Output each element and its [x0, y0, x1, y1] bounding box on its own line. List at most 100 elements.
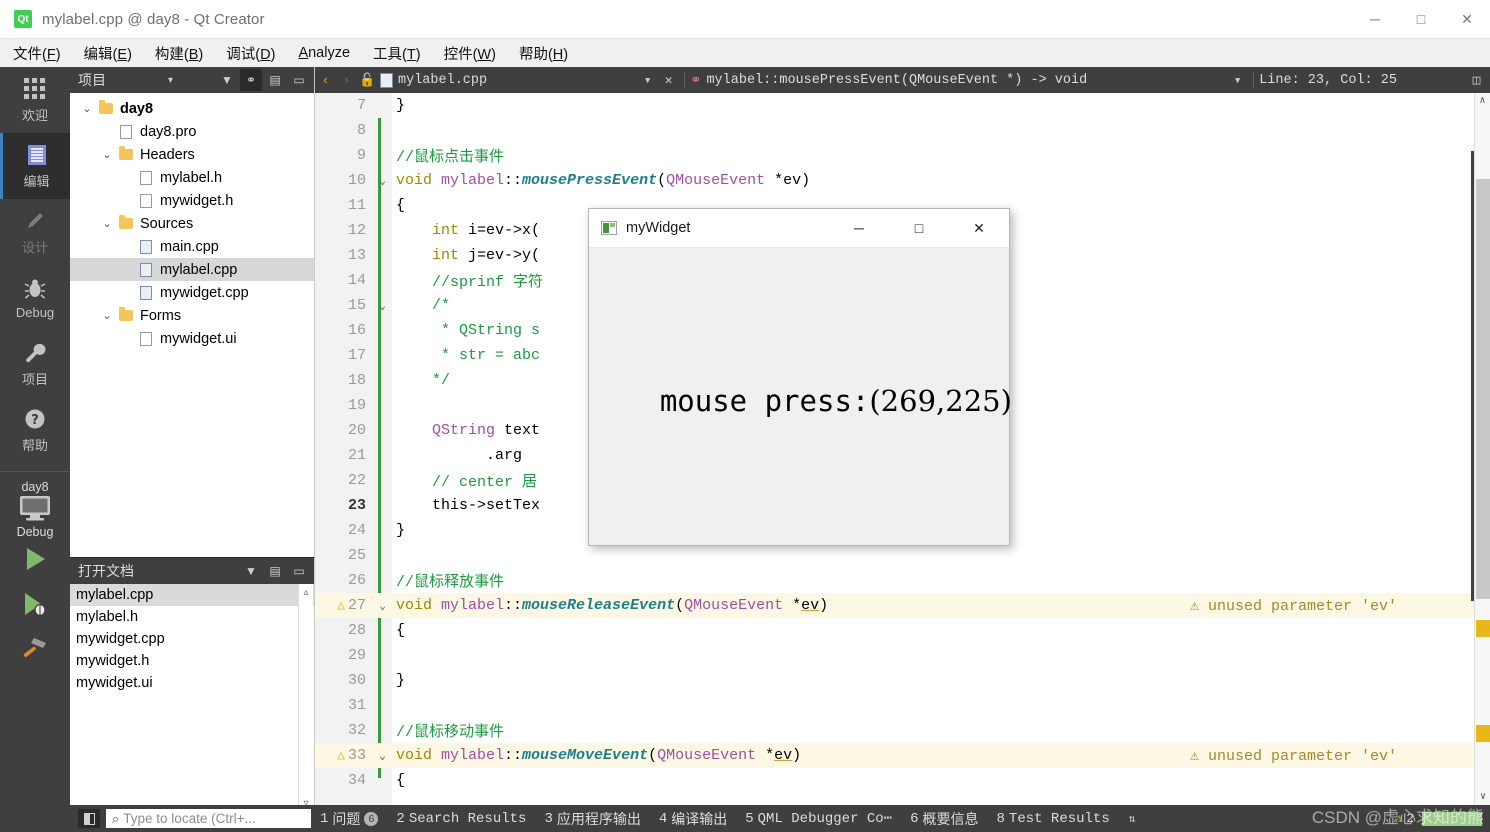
mywidget-dialog[interactable]: myWidget ─ □ ✕ mouse press:(269,225): [588, 208, 1012, 546]
symbol-dropdown-icon[interactable]: ▾: [1227, 68, 1248, 92]
menu-item-3[interactable]: 构建(B): [145, 40, 213, 67]
menu-item-2[interactable]: 编辑(E): [74, 40, 142, 67]
tree-item-Headers[interactable]: ⌄ Headers: [70, 143, 314, 166]
document-item-mylabel.h[interactable]: mylabel.h: [70, 606, 314, 628]
output-tab-8[interactable]: 8 Test Results: [988, 811, 1119, 827]
activity-欢迎[interactable]: 欢迎: [0, 67, 70, 133]
collapse-icon[interactable]: ▭: [288, 560, 310, 582]
output-tab-1[interactable]: 1 问题 6: [311, 809, 387, 829]
file-dropdown-icon[interactable]: ▾: [637, 68, 658, 92]
split-add-icon[interactable]: ▤: [264, 560, 286, 582]
kit-selector[interactable]: day8 Debug: [0, 472, 70, 539]
activity-项目[interactable]: 项目: [0, 331, 70, 397]
menu-item-7[interactable]: 控件(W): [434, 40, 506, 67]
dialog-minimize-button[interactable]: ─: [829, 209, 889, 248]
build-button[interactable]: [0, 629, 70, 674]
code-line-8[interactable]: 8: [315, 118, 1490, 143]
tree-item-mywidget.cpp[interactable]: mywidget.cpp: [70, 281, 314, 304]
run-button[interactable]: [0, 539, 70, 584]
document-item-mywidget.ui[interactable]: mywidget.ui: [70, 672, 314, 694]
tree-item-Forms[interactable]: ⌄ Forms: [70, 304, 314, 327]
code-line-29[interactable]: 29: [315, 643, 1490, 668]
editor-scroll-thumb[interactable]: [1476, 179, 1490, 599]
documents-scrollbar[interactable]: ▵ ▿: [298, 584, 313, 812]
navigate-back-icon[interactable]: ‹: [315, 68, 336, 92]
toggle-sidebar-icon[interactable]: [78, 809, 100, 828]
menu-item-5[interactable]: Analyze: [288, 42, 360, 64]
document-item-mywidget.cpp[interactable]: mywidget.cpp: [70, 628, 314, 650]
tree-item-mywidget.h[interactable]: mywidget.h: [70, 189, 314, 212]
tree-item-day8[interactable]: ⌄ day8: [70, 97, 314, 120]
code-line-28[interactable]: 28 {: [315, 618, 1490, 643]
editor-scrollbar[interactable]: ∧ ∨: [1474, 93, 1490, 805]
fold-toggle-icon[interactable]: ⌄: [373, 749, 392, 763]
status-warning-indicator[interactable]: ⚠ 2: [1395, 811, 1414, 826]
chevron-down-icon[interactable]: ⌄: [98, 217, 116, 230]
fold-toggle-icon[interactable]: ⌄: [373, 174, 392, 188]
code-line-34[interactable]: 34 {: [315, 768, 1490, 793]
code-line-25[interactable]: 25: [315, 543, 1490, 568]
tree-item-mylabel.h[interactable]: mylabel.h: [70, 166, 314, 189]
code-line-27[interactable]: △ 27 ⌄ void mylabel::mouseReleaseEvent(QMou…: [315, 593, 1490, 618]
overview-warning-marker-2[interactable]: [1476, 725, 1490, 742]
locator-input[interactable]: ⌕ Type to locate (Ctrl+...: [106, 809, 311, 828]
navigate-forward-icon[interactable]: ›: [336, 68, 357, 92]
code-line-31[interactable]: 31: [315, 693, 1490, 718]
output-tab-6[interactable]: 6 概要信息: [901, 809, 987, 829]
tree-item-day8.pro[interactable]: day8.pro: [70, 120, 314, 143]
debug-button[interactable]: [0, 584, 70, 629]
activity-Debug[interactable]: Debug: [0, 265, 70, 331]
document-item-mylabel.cpp[interactable]: mylabel.cpp: [70, 584, 314, 606]
output-pane-updown-icon[interactable]: ⇅: [1119, 812, 1146, 826]
link-icon[interactable]: ⚭: [240, 69, 262, 91]
code-line-32[interactable]: 32 //鼠标移动事件: [315, 718, 1490, 743]
unlock-icon[interactable]: 🔓: [357, 68, 378, 92]
scroll-up-icon[interactable]: ▵: [303, 587, 308, 598]
output-tab-4[interactable]: 4 编译输出: [650, 809, 736, 829]
output-tab-5[interactable]: 5 QML Debugger Co⋯: [736, 810, 901, 828]
maximize-button[interactable]: □: [1398, 0, 1444, 38]
code-line-10[interactable]: 10 ⌄ void mylabel::mousePressEvent(QMouseE…: [315, 168, 1490, 193]
overview-warning-marker[interactable]: [1476, 620, 1490, 637]
fold-toggle-icon[interactable]: ⌄: [373, 599, 392, 613]
dropdown-icon[interactable]: ▼: [240, 560, 262, 582]
code-line-9[interactable]: 9 //鼠标点击事件: [315, 143, 1490, 168]
split-add-icon[interactable]: ▤: [264, 69, 286, 91]
menu-item-6[interactable]: 工具(T): [363, 40, 431, 67]
chevron-down-icon[interactable]: ⌄: [98, 148, 116, 161]
dialog-close-button[interactable]: ✕: [949, 209, 1009, 248]
menu-item-1[interactable]: 文件(F): [3, 40, 71, 67]
tree-item-mylabel.cpp[interactable]: mylabel.cpp: [70, 258, 314, 281]
editor-scroll-up-icon[interactable]: ∧: [1475, 93, 1490, 109]
activity-帮助[interactable]: ? 帮助: [0, 397, 70, 463]
code-line-7[interactable]: 7}: [315, 93, 1490, 118]
code-line-33[interactable]: △ 33 ⌄ void mylabel::mouseMoveEvent(QMouseE…: [315, 743, 1490, 768]
chevron-down-icon[interactable]: ⌄: [78, 102, 96, 115]
output-tab-3[interactable]: 3 应用程序输出: [535, 809, 649, 829]
menu-item-4[interactable]: 调试(D): [216, 40, 285, 67]
editor-symbol-selector[interactable]: ⚭ mylabel::mousePressEvent(QMouseEvent *…: [690, 72, 1087, 89]
tree-item-Sources[interactable]: ⌄ Sources: [70, 212, 314, 235]
tree-item-main.cpp[interactable]: main.cpp: [70, 235, 314, 258]
dialog-maximize-button[interactable]: □: [889, 209, 949, 248]
close-button[interactable]: ✕: [1444, 0, 1490, 38]
filter-icon[interactable]: ▼: [216, 69, 238, 91]
document-item-mywidget.h[interactable]: mywidget.h: [70, 650, 314, 672]
close-document-icon[interactable]: ✕: [658, 68, 679, 92]
code-line-26[interactable]: 26 //鼠标释放事件: [315, 568, 1490, 593]
activity-设计[interactable]: 设计: [0, 199, 70, 265]
activity-编辑[interactable]: 编辑: [0, 133, 70, 199]
collapse-icon[interactable]: ▭: [288, 69, 310, 91]
dialog-body[interactable]: mouse press:(269,225): [589, 248, 1012, 545]
editor-scroll-down-icon[interactable]: ∨: [1475, 789, 1490, 805]
fold-toggle-icon[interactable]: ⌄: [373, 299, 392, 313]
chevron-down-icon[interactable]: ⌄: [98, 309, 116, 322]
split-editor-icon[interactable]: ◫: [1469, 68, 1490, 92]
tree-item-mywidget.ui[interactable]: mywidget.ui: [70, 327, 314, 350]
output-tab-2[interactable]: 2 Search Results: [387, 811, 535, 827]
minimize-button[interactable]: ─: [1352, 0, 1398, 38]
editor-file-selector[interactable]: mylabel.cpp: [378, 72, 487, 88]
menu-item-8[interactable]: 帮助(H): [509, 40, 578, 67]
chevron-down-icon[interactable]: ▾: [168, 75, 173, 86]
code-line-30[interactable]: 30}: [315, 668, 1490, 693]
